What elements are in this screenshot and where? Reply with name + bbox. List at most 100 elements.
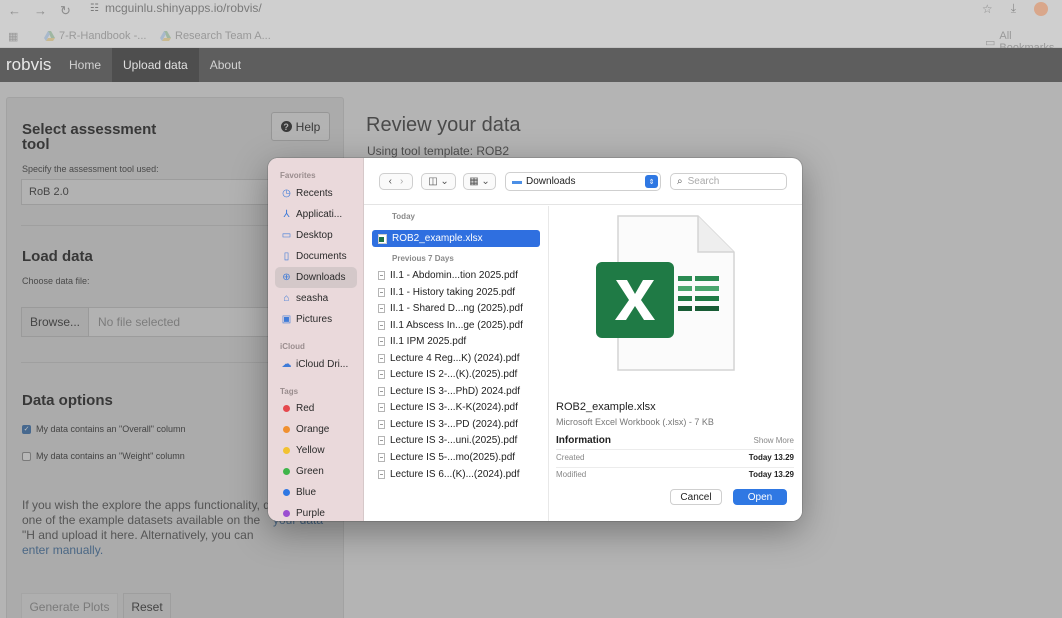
divider bbox=[556, 467, 794, 468]
file-row[interactable]: Lecture IS 3-...K-K(2024).pdf bbox=[372, 399, 540, 416]
enter-data-link[interactable]: enter bbox=[22, 543, 49, 557]
modified-value: Today 13.29 bbox=[748, 470, 794, 479]
excel-document-icon bbox=[596, 215, 735, 371]
info-text: If you wish the explore the apps functio… bbox=[22, 498, 270, 557]
cloud-icon: ☁ bbox=[281, 359, 292, 370]
open-button[interactable]: Open bbox=[733, 489, 787, 505]
tags-header: Tags bbox=[280, 387, 299, 396]
tag-yellow[interactable]: Yellow bbox=[275, 440, 357, 461]
site-info-icon[interactable]: ☷ bbox=[90, 3, 99, 14]
tag-red[interactable]: Red bbox=[275, 398, 357, 419]
question-icon: ? bbox=[280, 121, 292, 132]
address-bar[interactable]: ☷ mcguinlu.shinyapps.io/robvis/ bbox=[84, 0, 268, 16]
red-tag-dot-icon bbox=[283, 405, 290, 412]
reset-button[interactable]: Reset bbox=[123, 593, 171, 618]
tag-orange[interactable]: Orange bbox=[275, 419, 357, 440]
sidebar-item-icloud-drive[interactable]: ☁ iCloud Dri... bbox=[275, 354, 357, 375]
file-row[interactable]: II.1 - Shared D...ng (2025).pdf bbox=[372, 300, 540, 317]
view-mode-button[interactable]: ◫ ⌄ bbox=[421, 173, 456, 190]
help-button[interactable]: ? Help bbox=[271, 112, 330, 141]
bookmark-item[interactable]: 7-R-Handbook -... bbox=[44, 30, 146, 42]
file-row[interactable]: II.1 Abscess In...ge (2025).pdf bbox=[372, 317, 540, 334]
overall-option[interactable]: ✓ My data contains an "Overall" column bbox=[22, 424, 185, 434]
show-more-link[interactable]: Show More bbox=[754, 436, 794, 445]
preview-info-header: Information bbox=[556, 435, 611, 446]
group-header-today: Today bbox=[392, 212, 415, 221]
weight-checkbox[interactable] bbox=[22, 451, 31, 461]
nav-upload-data[interactable]: Upload data bbox=[112, 48, 199, 82]
weight-option[interactable]: My data contains an "Weight" column bbox=[22, 451, 185, 461]
sidebar-item-downloads[interactable]: ⊕ Downloads bbox=[275, 267, 357, 288]
apps-grid-icon[interactable]: ▦ bbox=[8, 30, 18, 43]
bookmark-star-icon[interactable]: ☆ bbox=[982, 2, 993, 16]
data-options-title: Data options bbox=[22, 392, 113, 409]
url-text: mcguinlu.shinyapps.io/robvis/ bbox=[104, 1, 262, 15]
file-row[interactable]: Lecture IS 3-...PhD) 2024.pdf bbox=[372, 383, 540, 400]
tag-green[interactable]: Green bbox=[275, 461, 357, 482]
nav-home[interactable]: Home bbox=[58, 48, 112, 82]
pdf-file-icon bbox=[378, 288, 385, 297]
overall-checkbox[interactable]: ✓ bbox=[22, 424, 31, 434]
desktop-icon: ▭ bbox=[281, 230, 292, 241]
pdf-file-icon bbox=[378, 453, 385, 462]
yellow-tag-dot-icon bbox=[283, 447, 290, 454]
search-input[interactable]: ⌕ Search bbox=[670, 173, 787, 190]
group-header-previous: Previous 7 Days bbox=[392, 254, 454, 263]
file-list: Today ROB2_example.xlsx Previous 7 Days … bbox=[364, 206, 549, 521]
file-row[interactable]: Lecture IS 3-...uni.(2025).pdf bbox=[372, 432, 540, 449]
manually-link[interactable]: manually. bbox=[53, 543, 103, 557]
browse-button[interactable]: Browse... bbox=[21, 307, 89, 337]
nav-about[interactable]: About bbox=[199, 48, 252, 82]
back-arrow-icon[interactable]: ‹ bbox=[385, 176, 396, 187]
file-open-dialog: Favorites ◷ Recents ⅄ Applicati... ▭ Des… bbox=[268, 158, 802, 521]
group-mode-button[interactable]: ▦ ⌄ bbox=[463, 173, 496, 190]
forward-arrow-icon[interactable]: › bbox=[396, 176, 407, 187]
drive-icon bbox=[160, 31, 171, 41]
cancel-button[interactable]: Cancel bbox=[670, 489, 722, 505]
home-icon: ⌂ bbox=[283, 293, 290, 304]
tag-purple[interactable]: Purple bbox=[275, 503, 357, 521]
columns-view-icon: ◫ ⌄ bbox=[428, 176, 449, 187]
file-row[interactable]: II.1 - Abdomin...tion 2025.pdf bbox=[372, 267, 540, 284]
pdf-file-icon bbox=[378, 370, 385, 379]
pictures-icon: ▣ bbox=[281, 314, 292, 325]
tool-select[interactable]: RoB 2.0 bbox=[21, 179, 271, 205]
sidebar-item-documents[interactable]: ▯ Documents bbox=[275, 246, 357, 267]
bookmarks-bar: ▦ 7-R-Handbook -... Research Team A... ▭… bbox=[0, 24, 1062, 54]
preview-file-name: ROB2_example.xlsx bbox=[556, 401, 656, 413]
pdf-file-icon bbox=[378, 403, 385, 412]
sidebar-item-home[interactable]: ⌂ seasha bbox=[275, 288, 357, 309]
preview-file-kind: Microsoft Excel Workbook (.xlsx) - 7 KB bbox=[556, 417, 714, 427]
location-popup[interactable]: ▬ Downloads ⇕ bbox=[505, 172, 661, 191]
pdf-file-icon bbox=[378, 420, 385, 429]
sidebar-item-recents[interactable]: ◷ Recents bbox=[275, 183, 357, 204]
file-row[interactable]: Lecture IS 2-...(K).(2025).pdf bbox=[372, 366, 540, 383]
sidebar-item-pictures[interactable]: ▣ Pictures bbox=[275, 309, 357, 330]
dialog-footer: Cancel Open bbox=[550, 480, 802, 521]
pdf-file-icon bbox=[378, 436, 385, 445]
tag-blue[interactable]: Blue bbox=[275, 482, 357, 503]
sidebar-item-applications[interactable]: ⅄ Applicati... bbox=[275, 204, 357, 225]
file-row[interactable]: Lecture IS 5-...mo(2025).pdf bbox=[372, 449, 540, 466]
generate-plots-button[interactable]: Generate Plots bbox=[21, 593, 118, 618]
app-brand[interactable]: robvis bbox=[0, 55, 58, 75]
download-icon[interactable]: ⤓ bbox=[1011, 1, 1016, 16]
bookmark-item[interactable]: Research Team A... bbox=[160, 30, 271, 42]
file-row[interactable]: Lecture IS 3-...PD (2024).pdf bbox=[372, 416, 540, 433]
page-subtitle: Using tool template: ROB2 bbox=[367, 144, 510, 158]
back-icon[interactable]: ← bbox=[8, 3, 21, 18]
file-name-field[interactable]: No file selected bbox=[89, 307, 271, 337]
profile-avatar[interactable] bbox=[1034, 1, 1048, 16]
created-label: Created bbox=[556, 453, 585, 462]
drive-icon bbox=[44, 31, 55, 41]
sidebar-item-desktop[interactable]: ▭ Desktop bbox=[275, 225, 357, 246]
file-row-selected[interactable]: ROB2_example.xlsx bbox=[372, 230, 540, 247]
app-navbar: robvis Home Upload data About bbox=[0, 48, 1062, 82]
forward-icon[interactable]: → bbox=[34, 3, 47, 18]
browser-toolbar: ← → ↻ ☷ mcguinlu.shinyapps.io/robvis/ ☆ … bbox=[0, 0, 1062, 24]
file-row[interactable]: Lecture IS 6...(K)...(2024).pdf bbox=[372, 466, 540, 483]
file-row[interactable]: II.1 IPM 2025.pdf bbox=[372, 333, 540, 350]
file-row[interactable]: II.1 - History taking 2025.pdf bbox=[372, 284, 540, 301]
reload-icon[interactable]: ↻ bbox=[60, 3, 71, 19]
file-row[interactable]: Lecture 4 Reg...K) (2024).pdf bbox=[372, 350, 540, 367]
